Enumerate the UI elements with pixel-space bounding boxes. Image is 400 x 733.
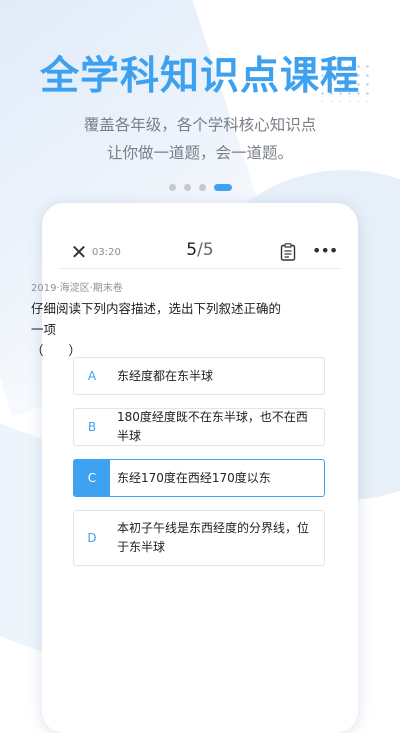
question-text: 仔细阅读下列内容描述，选出下列叙述正确的一项 （ ） (31, 298, 293, 361)
quiz-header: ✕ 03:20 5/5 ••• (42, 235, 358, 271)
option-letter: A (87, 369, 97, 383)
option-letter: B (87, 420, 97, 434)
page-dot[interactable] (198, 184, 206, 191)
promo-headline: 全学科知识点课程 (39, 54, 360, 99)
promo-subtitle-line: 覆盖各年级，各个学科核心知识点 (83, 116, 317, 134)
option-a[interactable]: A 东经度都在东半球 (73, 357, 325, 395)
option-letter: C (74, 460, 110, 496)
question-progress: 5/5 (42, 240, 358, 260)
page-dot-active[interactable] (213, 184, 232, 191)
option-text: 本初子午线是东西经度的分界线，位于东半球 (117, 521, 310, 554)
page-dot[interactable] (168, 184, 176, 191)
option-d[interactable]: D 本初子午线是东西经度的分界线，位于东半球 (73, 510, 325, 566)
option-letter: D (87, 531, 97, 545)
option-c[interactable]: C 东经170度在西经170度以东 (73, 459, 325, 497)
question-line: 仔细阅读下列内容描述，选出下列叙述正确的一项 (31, 301, 282, 337)
option-text: 180度经度既不在东半球，也不在西半球 (117, 410, 308, 443)
page-indicator (0, 184, 400, 191)
more-icon[interactable]: ••• (312, 243, 338, 259)
promo-subtitle: 覆盖各年级，各个学科核心知识点 让你做一道题，会一道题。 (0, 111, 400, 167)
answer-sheet-icon[interactable] (280, 243, 296, 261)
option-b[interactable]: B 180度经度既不在东半球，也不在西半球 (73, 408, 325, 446)
header-divider (58, 268, 342, 269)
progress-total: 5 (202, 240, 214, 260)
option-text: 东经度都在东半球 (117, 368, 214, 383)
option-text: 东经170度在西经170度以东 (117, 470, 271, 485)
page-dot[interactable] (183, 184, 191, 191)
question-source: 2019·海淀区·期末卷 (31, 283, 123, 294)
progress-current: 5 (186, 240, 198, 260)
promo-subtitle-line: 让你做一道题，会一道题。 (106, 144, 293, 162)
